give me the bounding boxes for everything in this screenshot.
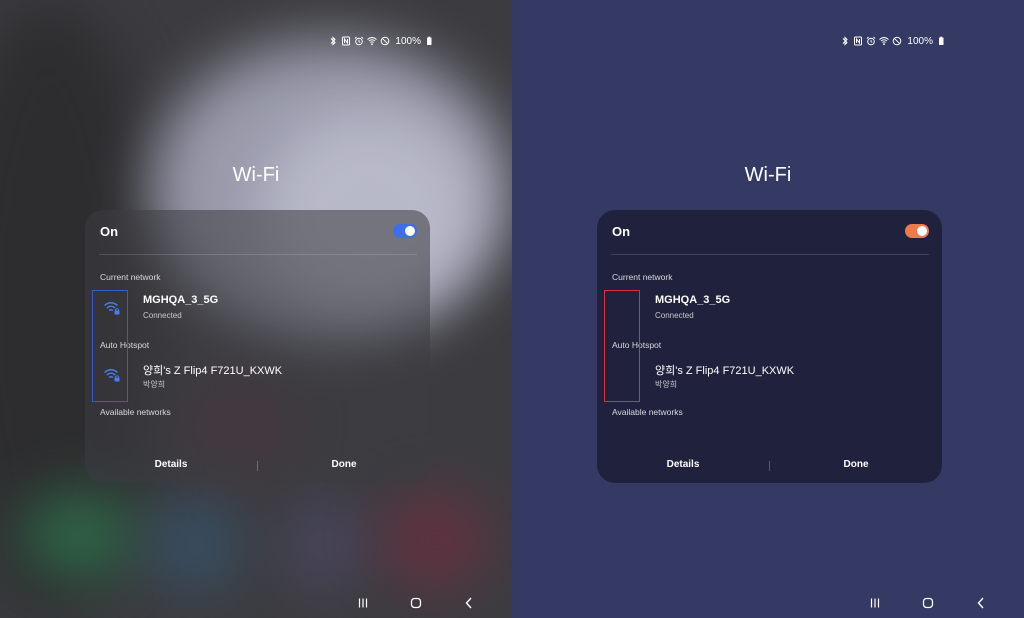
wifi-icon bbox=[879, 36, 890, 46]
bluetooth-icon bbox=[840, 36, 850, 46]
status-bar: 100% bbox=[840, 34, 946, 48]
wifi-toggle[interactable] bbox=[905, 224, 929, 238]
wallpaper-blur bbox=[20, 490, 140, 580]
navigation-bar bbox=[864, 596, 994, 610]
nfc-icon bbox=[341, 36, 351, 46]
done-button[interactable]: Done bbox=[258, 459, 430, 470]
home-icon[interactable] bbox=[921, 596, 935, 610]
back-icon[interactable] bbox=[462, 596, 476, 610]
recent-apps-icon[interactable] bbox=[356, 596, 370, 610]
battery-icon bbox=[424, 36, 434, 46]
details-button[interactable]: Details bbox=[85, 459, 257, 470]
dialog-title: Wi-Fi bbox=[232, 164, 280, 186]
left-panel: 100% Wi-Fi On Current network MGHQA_3_5G… bbox=[0, 0, 512, 618]
current-network-status: Connected bbox=[143, 311, 182, 320]
hotspot-network-name[interactable]: 양희's Z Flip4 F721U_KXWK bbox=[143, 362, 282, 378]
dialog-buttons: Details Done bbox=[597, 459, 942, 475]
icon-highlight-box bbox=[604, 290, 640, 402]
current-network-label: Current network bbox=[612, 272, 673, 282]
home-icon[interactable] bbox=[409, 596, 423, 610]
wallpaper-blur bbox=[150, 500, 240, 590]
wifi-toggle-row[interactable]: On bbox=[611, 224, 929, 240]
recent-apps-icon[interactable] bbox=[868, 596, 882, 610]
toggle-knob bbox=[405, 226, 415, 236]
dialog-buttons: Details Done bbox=[85, 459, 430, 475]
hotspot-network-owner: 박양희 bbox=[143, 380, 166, 389]
dialog-title: Wi-Fi bbox=[744, 164, 792, 186]
wallpaper-blur bbox=[280, 500, 370, 590]
nfc-icon bbox=[853, 36, 863, 46]
alarm-icon bbox=[354, 36, 364, 46]
icon-highlight-box bbox=[92, 290, 128, 402]
current-network-name[interactable]: MGHQA_3_5G bbox=[655, 294, 730, 306]
battery-level: 100% bbox=[907, 35, 933, 47]
toggle-label: On bbox=[100, 224, 119, 239]
hotspot-network-name[interactable]: 양희's Z Flip4 F721U_KXWK bbox=[655, 362, 794, 378]
divider bbox=[99, 254, 417, 255]
navigation-bar bbox=[352, 596, 482, 610]
wifi-dialog: On Current network MGHQA_3_5G Connected … bbox=[597, 210, 942, 483]
do-not-disturb-icon bbox=[380, 36, 390, 46]
wifi-toggle-row[interactable]: On bbox=[99, 224, 417, 240]
available-networks-label: Available networks bbox=[100, 407, 171, 417]
back-icon[interactable] bbox=[974, 596, 988, 610]
hotspot-network-owner: 박양희 bbox=[655, 380, 678, 389]
wifi-icon bbox=[367, 36, 378, 46]
divider bbox=[611, 254, 929, 255]
wallpaper-blur bbox=[380, 490, 490, 590]
wifi-toggle[interactable] bbox=[393, 224, 417, 238]
battery-level: 100% bbox=[395, 35, 421, 47]
done-button[interactable]: Done bbox=[770, 459, 942, 470]
details-button[interactable]: Details bbox=[597, 459, 769, 470]
status-bar: 100% bbox=[328, 34, 434, 48]
wifi-dialog: On Current network MGHQA_3_5G Connected … bbox=[85, 210, 430, 483]
current-network-label: Current network bbox=[100, 272, 161, 282]
current-network-status: Connected bbox=[655, 311, 694, 320]
toggle-knob bbox=[917, 226, 927, 236]
comparison-screenshot: 100% Wi-Fi On Current network MGHQA_3_5G… bbox=[0, 0, 1024, 618]
toggle-label: On bbox=[612, 224, 631, 239]
do-not-disturb-icon bbox=[892, 36, 902, 46]
current-network-name[interactable]: MGHQA_3_5G bbox=[143, 294, 218, 306]
battery-icon bbox=[936, 36, 946, 46]
right-panel: 100% Wi-Fi On Current network MGHQA_3_5G… bbox=[512, 0, 1024, 618]
bluetooth-icon bbox=[328, 36, 338, 46]
alarm-icon bbox=[866, 36, 876, 46]
available-networks-label: Available networks bbox=[612, 407, 683, 417]
